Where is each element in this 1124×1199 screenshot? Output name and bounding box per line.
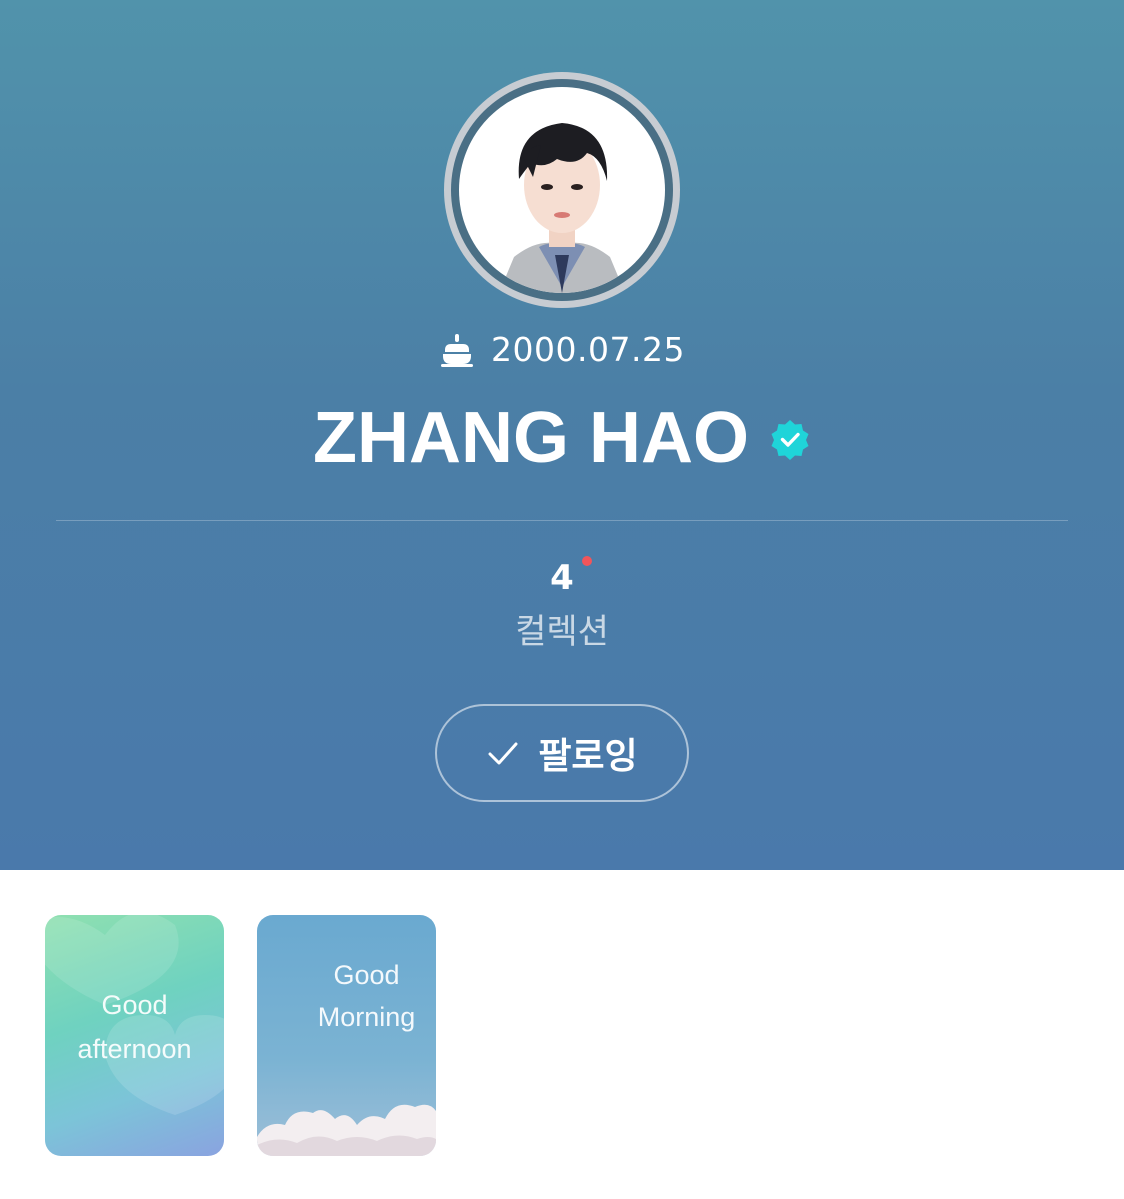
following-label: 팔로잉 bbox=[538, 736, 638, 777]
card-title-line-1: Good bbox=[333, 960, 400, 990]
following-button[interactable]: 팔로잉 bbox=[435, 704, 689, 802]
collection-label[interactable]: 컬렉션 bbox=[0, 604, 1124, 653]
avatar[interactable] bbox=[444, 72, 680, 308]
name-row: ZHANG HAO bbox=[0, 394, 1124, 482]
profile-name: ZHANG HAO bbox=[313, 398, 749, 478]
collection-card[interactable]: Good Morning bbox=[257, 915, 436, 1156]
birthday-row: 2000.07.25 bbox=[0, 330, 1124, 369]
check-icon bbox=[488, 742, 518, 765]
cake-icon bbox=[441, 333, 474, 367]
card-title-line-2: afternoon bbox=[77, 1034, 192, 1064]
new-badge-dot bbox=[582, 556, 592, 566]
verified-badge-icon bbox=[771, 420, 809, 460]
divider bbox=[56, 520, 1068, 521]
birthday-text: 2000.07.25 bbox=[491, 330, 685, 369]
profile-page: 2000.07.25 ZHANG HAO 4 컬렉션 팔로잉 Good afte… bbox=[0, 0, 1124, 1199]
card-title-line-2: Morning bbox=[317, 1002, 416, 1032]
card-title-line-1: Good bbox=[101, 990, 168, 1020]
profile-header: 2000.07.25 ZHANG HAO 4 컬렉션 팔로잉 bbox=[0, 0, 1124, 870]
collection-count[interactable]: 4 bbox=[0, 558, 1124, 598]
avatar-photo bbox=[459, 87, 665, 293]
collection-card[interactable]: Good afternoon bbox=[45, 915, 224, 1156]
